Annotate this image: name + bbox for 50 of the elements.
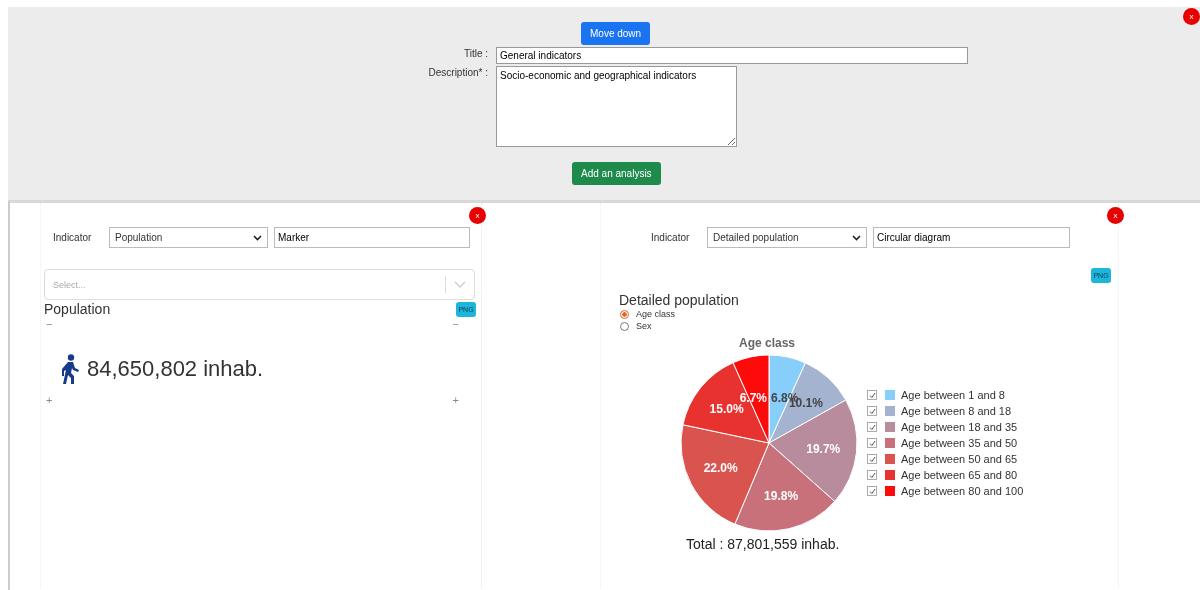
- legend-checkbox[interactable]: [867, 438, 877, 448]
- panel-title: Population: [44, 301, 111, 317]
- type-field[interactable]: Marker: [274, 227, 470, 248]
- population-figure: 84,650,802 inhab.: [87, 356, 264, 382]
- zoom-in-control[interactable]: +: [46, 393, 53, 407]
- description-field[interactable]: Socio-economic and geographical indicators: [496, 66, 737, 147]
- legend-label: Age between 18 and 35: [901, 421, 1018, 433]
- type-field[interactable]: Circular diagram: [873, 227, 1070, 248]
- move-down-button[interactable]: Move down: [581, 22, 651, 45]
- close-button[interactable]: x: [469, 207, 486, 224]
- slice-label: 15.0%: [709, 401, 744, 416]
- legend-checkbox[interactable]: [867, 486, 877, 496]
- panel-title: Detailed population: [619, 292, 740, 308]
- chart-title: Age class: [739, 336, 797, 350]
- legend-label: Age between 50 and 65: [901, 453, 1018, 465]
- indicator-select[interactable]: Detailed population: [707, 227, 867, 248]
- zoom-in-control[interactable]: +: [452, 393, 459, 407]
- radio-button[interactable]: [620, 309, 629, 319]
- legend-checkbox[interactable]: [867, 390, 877, 400]
- legend-label: Age between 1 and 8: [901, 389, 1005, 401]
- option-label: Age class: [636, 309, 676, 319]
- slice-label: 19.7%: [806, 441, 841, 456]
- legend-label: Age between 35 and 50: [901, 437, 1018, 449]
- title-field[interactable]: General indicators: [496, 47, 968, 64]
- indicator-label: Indicator: [53, 232, 93, 243]
- legend-label: Age between 8 and 18: [901, 405, 1012, 417]
- indicator-select[interactable]: Population: [109, 227, 268, 248]
- close-button[interactable]: x: [1107, 207, 1124, 224]
- add-analysis-button[interactable]: Add an analysis: [572, 162, 661, 185]
- total-label: Total : 87,801,559 inhab.: [686, 536, 841, 552]
- legend-label: Age between 80 and 100: [901, 485, 1024, 497]
- slice-label: 19.8%: [764, 489, 799, 504]
- slice-label: 22.0%: [703, 461, 738, 476]
- legend-checkbox[interactable]: [867, 470, 877, 480]
- zoom-out-control[interactable]: −: [452, 317, 459, 331]
- close-button[interactable]: x: [1183, 8, 1200, 25]
- zoom-out-control[interactable]: −: [46, 317, 53, 331]
- indicator-label: Indicator: [651, 232, 691, 243]
- chevron-icon: [454, 281, 466, 288]
- field-label: Description* :: [427, 66, 489, 78]
- layer-select[interactable]: Select...: [44, 269, 475, 300]
- walking-person-icon: [61, 354, 79, 384]
- chevron-icon: [852, 234, 861, 241]
- legend-label: Age between 65 and 80: [901, 469, 1018, 481]
- legend-checkbox[interactable]: [867, 422, 877, 432]
- chevron-icon: [253, 234, 262, 241]
- legend-checkbox[interactable]: [867, 454, 877, 464]
- option-label: Sex: [636, 321, 652, 331]
- field-label: Title :: [462, 47, 489, 59]
- legend-checkbox[interactable]: [867, 406, 877, 416]
